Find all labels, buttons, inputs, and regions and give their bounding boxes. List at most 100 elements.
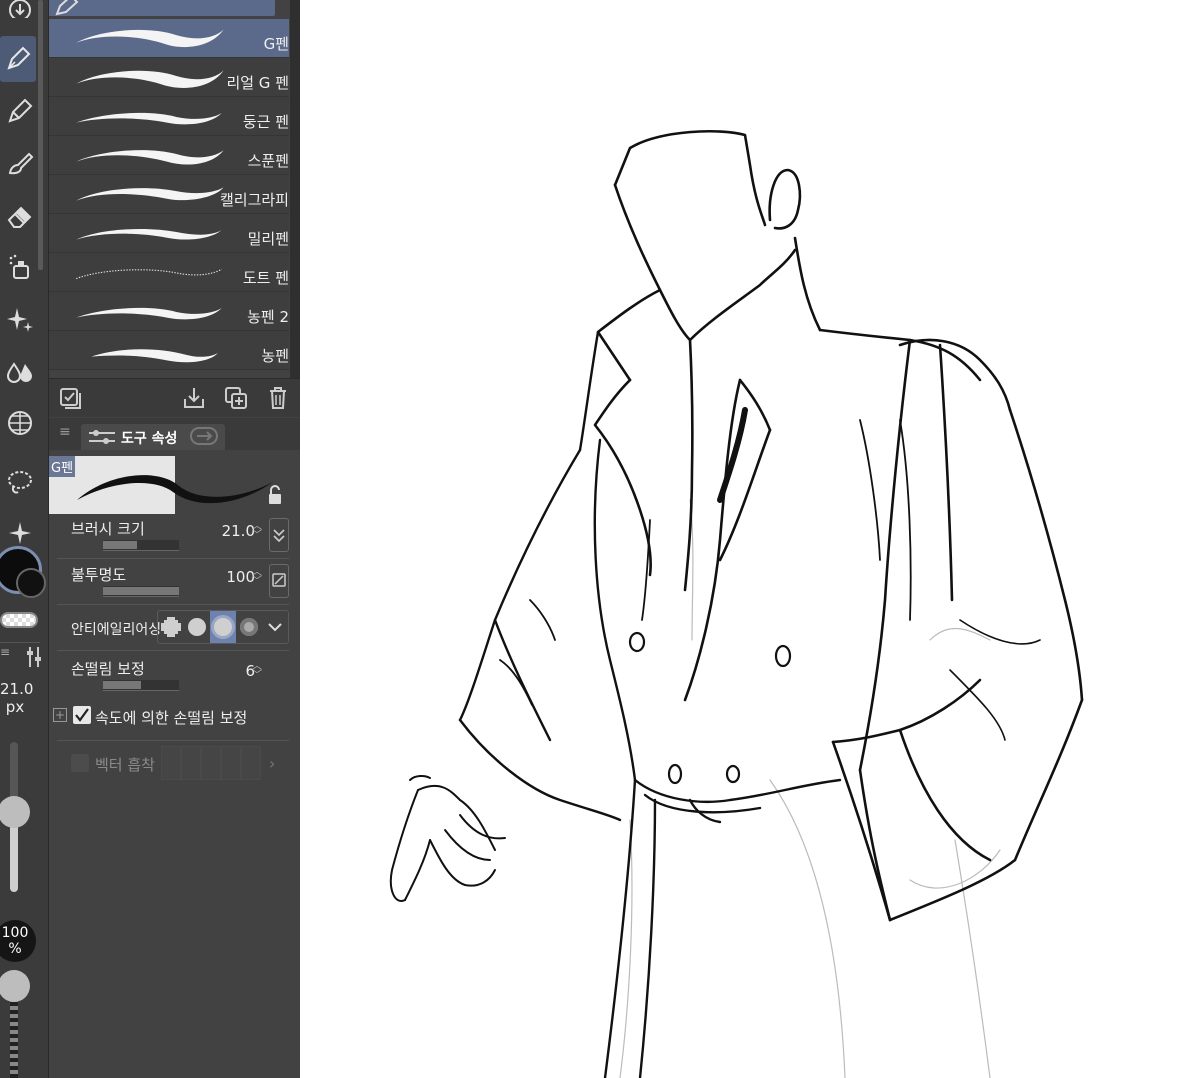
antialiasing-options	[157, 610, 289, 644]
brush-size-tab-icon[interactable]	[183, 424, 223, 448]
brush-item-label: 스푼펜	[247, 152, 289, 170]
brush-size-pressure-button[interactable]	[269, 518, 289, 552]
antialiasing-row: 안티에일리어싱	[57, 606, 289, 648]
brush-size-slider-knob[interactable]	[0, 796, 30, 828]
import-sub-tool-icon[interactable]	[181, 385, 207, 411]
brush-item-label: 캘리그라피	[219, 191, 289, 209]
brush-list-scrollbar[interactable]	[290, 0, 300, 380]
sliders-icon[interactable]	[26, 645, 42, 673]
aa-weak-option[interactable]	[184, 611, 210, 643]
clip-studio-window: ≡ 21.0 px 100 % G펜 리얼 G 펜 둥근 펜 스푼펜 캘리그라피 밀리펜 도…	[0, 0, 1200, 1078]
brush-list-toolbar	[49, 378, 301, 417]
aa-strong-option[interactable]	[236, 611, 262, 643]
delete-sub-tool-icon[interactable]	[265, 385, 291, 411]
brush-size-label: 브러시 크기	[71, 520, 145, 538]
stabilization-spinner[interactable]: ︿ ﹀	[251, 662, 263, 681]
transparent-color-chip[interactable]	[0, 612, 38, 628]
tool-airbrush-icon[interactable]	[0, 244, 40, 290]
brush-item[interactable]: 도트 펜	[49, 253, 289, 292]
tool-decoration-icon[interactable]	[0, 296, 40, 342]
sub-tool-settings-icon[interactable]	[57, 385, 83, 411]
brush-stroke-thumbnail	[76, 307, 222, 320]
strip-divider	[0, 642, 40, 643]
brush-size-bar-fill	[103, 541, 138, 549]
aa-weak-icon	[188, 618, 206, 636]
vector-snap-label: 벡터 흡착	[95, 756, 155, 774]
brush-stroke-thumbnail	[76, 29, 224, 48]
aa-medium-option[interactable]	[210, 611, 236, 643]
speed-stabilization-label: 속도에 의한 손떨림 보정	[95, 709, 248, 727]
opacity-slider-knob[interactable]	[0, 970, 30, 1002]
sub-color-swatch[interactable]	[16, 568, 46, 598]
brush-item[interactable]: 스푼펜	[49, 136, 289, 175]
vector-snap-option[interactable]	[241, 746, 261, 780]
separator	[57, 558, 289, 559]
stroke-preview-graphic	[77, 475, 273, 504]
stabilization-row[interactable]: 손떨림 보정 6 ︿ ﹀	[57, 658, 289, 698]
tool-operation-icon[interactable]	[0, 0, 40, 26]
opacity-bar[interactable]	[103, 586, 179, 597]
opacity-slider-track[interactable]	[10, 1000, 18, 1078]
brush-item-label: G펜	[263, 35, 289, 53]
brush-size-spinner[interactable]: ︿ ﹀	[251, 522, 263, 541]
vector-snap-row: 벡터 흡착 ›	[57, 744, 289, 782]
opacity-readout: 100 %	[0, 920, 36, 962]
brush-item[interactable]: 농펜	[49, 331, 289, 370]
tool-property-title: 도구 속성	[121, 431, 178, 447]
speed-stabilization-checkbox[interactable]	[73, 706, 91, 724]
tool-blend-icon[interactable]	[0, 348, 40, 394]
brush-stroke-thumbnail	[76, 187, 224, 201]
brush-item[interactable]: 리얼 G 펜	[49, 58, 289, 97]
opacity-row[interactable]: 불투명도 100 ︿ ﹀	[57, 564, 289, 604]
brush-item[interactable]: G펜	[49, 19, 289, 58]
stabilization-label: 손떨림 보정	[71, 660, 145, 678]
brush-size-field[interactable]: 21.0	[222, 522, 255, 540]
tool-pen-icon[interactable]	[0, 36, 36, 82]
vector-snap-option[interactable]	[201, 746, 221, 780]
aa-strong-icon	[240, 618, 258, 636]
brush-size-row[interactable]: 브러시 크기 21.0 ︿ ﹀	[57, 518, 289, 558]
brush-stroke-thumbnail	[76, 228, 222, 240]
brush-item[interactable]: 밀리펜	[49, 214, 289, 253]
aa-none-icon	[161, 617, 181, 637]
sub-tool-group-tab[interactable]	[49, 0, 275, 16]
brush-stroke-thumbnail	[76, 70, 224, 88]
brush-size-readout: 21.0 px	[0, 680, 33, 716]
tool-eraser-icon[interactable]	[0, 192, 40, 238]
aa-dropdown[interactable]	[262, 611, 288, 643]
brush-size-unit: px	[5, 698, 25, 716]
brush-item[interactable]: 캘리그라피	[49, 175, 289, 214]
tool-strip-scrollbar[interactable]	[38, 0, 43, 270]
chevron-down-icon	[268, 623, 282, 632]
antialiasing-label: 안티에일리어싱	[71, 622, 162, 638]
vector-snap-option[interactable]	[181, 746, 201, 780]
aa-none-option[interactable]	[158, 611, 184, 643]
expand-icon[interactable]: +	[53, 708, 67, 722]
chevron-right-icon[interactable]: ›	[269, 754, 275, 773]
brush-item-label: 둥근 펜	[242, 113, 289, 131]
tool-pencil-icon[interactable]	[0, 88, 40, 134]
palette-menu-icon[interactable]: ≡	[59, 424, 71, 440]
opacity-pressure-button[interactable]	[269, 564, 289, 598]
sub-tool-panel: G펜리얼 G 펜둥근 펜스푼펜캘리그라피밀리펜 도트 펜 농펜 2 농펜 ≡ 도구 속…	[48, 0, 301, 1078]
brush-item[interactable]: 둥근 펜	[49, 97, 289, 136]
menu-icon[interactable]: ≡	[0, 645, 10, 659]
vector-snap-option[interactable]	[221, 746, 241, 780]
vector-snap-option[interactable]	[161, 746, 181, 780]
brush-list: G펜리얼 G 펜둥근 펜스푼펜캘리그라피밀리펜 도트 펜 농펜 2 농펜	[49, 19, 289, 370]
duplicate-sub-tool-icon[interactable]	[223, 385, 249, 411]
tool-property-icon	[89, 430, 115, 444]
stabilization-bar[interactable]	[103, 680, 179, 691]
drawing-canvas[interactable]	[300, 0, 1200, 1078]
separator	[57, 650, 289, 651]
tool-figure-icon[interactable]	[0, 400, 40, 446]
lock-icon[interactable]	[265, 484, 285, 506]
brush-item-label: 농펜	[261, 347, 289, 365]
tool-brush-icon[interactable]	[0, 140, 40, 186]
brush-item[interactable]: 농펜 2	[49, 292, 289, 331]
brush-stroke-thumbnail	[91, 349, 218, 363]
brush-size-bar[interactable]	[103, 540, 179, 551]
opacity-spinner[interactable]: ︿ ﹀	[251, 568, 263, 587]
vector-snap-checkbox[interactable]	[71, 754, 89, 772]
tool-lasso-icon[interactable]	[0, 460, 40, 506]
